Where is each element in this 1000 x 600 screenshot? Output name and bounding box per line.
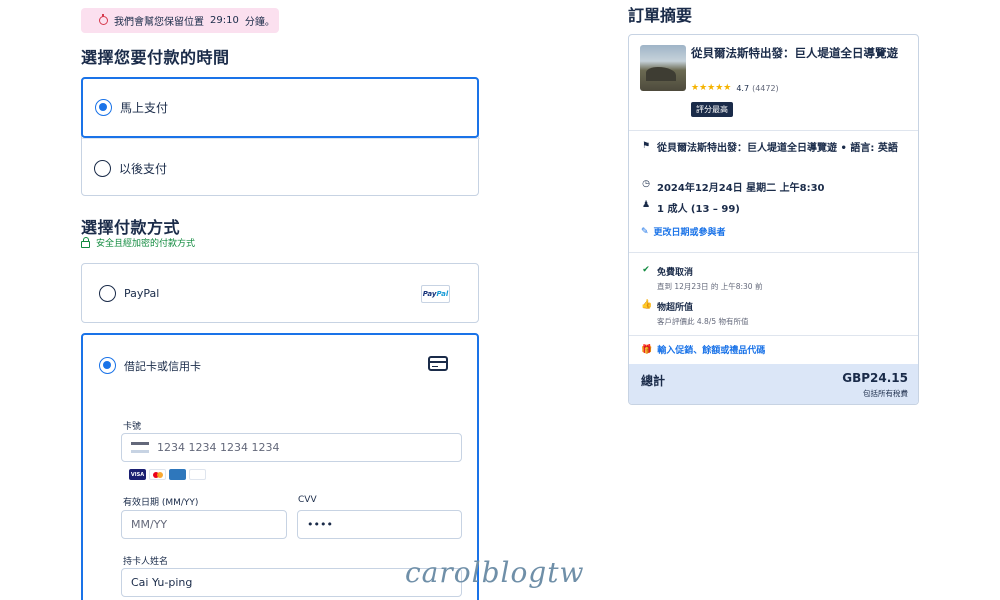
expiry-input[interactable]: MM/YY [121, 510, 287, 539]
paypal-option[interactable]: PayPal Pay Pal [81, 263, 479, 323]
free-cancel-perk: ✔ 免費取消 直到 12月23日 的 上午8:30 前 [641, 265, 762, 292]
card-number-placeholder: 1234 1234 1234 1234 [157, 441, 280, 454]
tour-title: 從貝爾法斯特出發：巨人堤道全日導覽遊 [691, 46, 898, 60]
tour-date-row: ◷ 2024年12月24日 星期二 上午8:30 [641, 179, 825, 194]
clock-icon: ◷ [642, 179, 650, 189]
review-count: (4472) [752, 83, 779, 93]
secure-note-text: 安全且經加密的付款方式 [96, 239, 196, 249]
paypal-logo: Pay Pal [421, 285, 450, 303]
value-title: 物超所值 [657, 303, 694, 313]
pay-later-option[interactable]: 以後支付 [82, 138, 480, 198]
cvv-label: CVV [298, 495, 317, 505]
card-brands: VISA [129, 469, 206, 480]
free-cancel-subtitle: 直到 12月23日 的 上午8:30 前 [657, 282, 763, 291]
pay-now-label: 馬上支付 [120, 101, 169, 115]
card-number-input[interactable]: 1234 1234 1234 1234 [121, 433, 462, 462]
paypal-logo-pay: Pay [422, 290, 437, 298]
check-circle-icon: ✔ [642, 265, 650, 275]
credit-card-icon [428, 356, 448, 371]
tour-rating: ★★★★★ 4.7 (4472) [691, 83, 779, 93]
visa-logo: VISA [129, 469, 146, 480]
card-number-label: 卡號 [123, 422, 142, 432]
paypal-radio[interactable] [99, 284, 116, 302]
summary-divider [629, 335, 918, 336]
timer-unit: 分鐘。 [244, 17, 275, 28]
card-number-icon [131, 442, 149, 453]
timer-countdown: 29:10 [210, 15, 239, 26]
expiry-placeholder: MM/YY [131, 518, 168, 531]
pay-now-option[interactable]: 馬上支付 [81, 77, 479, 138]
hold-timer-banner: 我們會幫您保留位置 29:10 分鐘。 [81, 8, 279, 33]
total-bar: 總計 GBP24.15 包括所有稅費 [629, 364, 918, 404]
pay-time-options: 馬上支付 以後支付 [81, 77, 480, 198]
tax-note: 包括所有稅費 [863, 389, 908, 398]
watermark: carolblogtw [405, 556, 585, 589]
pay-later-radio[interactable] [94, 160, 111, 177]
free-cancel-title: 免費取消 [657, 268, 694, 278]
jcb-logo [189, 469, 206, 480]
paypal-label: PayPal [124, 286, 160, 300]
card-option-header[interactable]: 借記卡或信用卡 [99, 357, 201, 374]
participants-row: ♟ 1 成人 (13 – 99) [641, 200, 740, 215]
amex-logo [169, 469, 186, 480]
summary-title: 訂單摘要 [628, 6, 693, 25]
cardholder-label: 持卡人姓名 [123, 557, 169, 567]
pay-later-label: 以後支付 [119, 162, 168, 176]
total-label: 總計 [641, 374, 666, 388]
timer-icon [99, 14, 108, 25]
secure-payment-note: 安全且經加密的付款方式 [81, 236, 195, 249]
people-icon: ♟ [641, 200, 651, 210]
edit-link-text: 更改日期或參與者 [653, 228, 726, 238]
gift-icon: 🎁 [641, 344, 653, 355]
summary-divider [629, 252, 918, 253]
order-summary-card: 從貝爾法斯特出發：巨人堤道全日導覽遊 ★★★★★ 4.7 (4472) 評分最高… [628, 34, 919, 405]
rating-value: 4.7 [736, 83, 750, 93]
pay-time-title: 選擇您要付款的時間 [81, 48, 230, 67]
card-option-label: 借記卡或信用卡 [124, 359, 201, 373]
payment-method-title: 選擇付款方式 [81, 218, 181, 237]
edit-date-participants-link[interactable]: ✎ 更改日期或參與者 [641, 225, 726, 239]
total-amount: GBP24.15 [842, 371, 908, 385]
top-rated-badge: 評分最高 [691, 102, 733, 117]
mastercard-logo [149, 469, 166, 480]
value-perk: 👍 物超所值 客戶評價此 4.8/5 物有所值 [641, 300, 749, 327]
timer-text: 我們會幫您保留位置 [114, 17, 204, 28]
pay-now-radio[interactable] [95, 99, 112, 116]
cardholder-value: Cai Yu-ping [131, 576, 193, 589]
paypal-logo-pal: Pal [436, 290, 449, 298]
card-radio[interactable] [99, 357, 116, 374]
ticket-icon: ⚑ [641, 141, 651, 151]
tour-option-row: ⚑ 從貝爾法斯特出發：巨人堤道全日導覽遊 • 語言: 英語 [641, 141, 911, 156]
thumbs-up-icon: 👍 [641, 300, 653, 310]
promo-code-link[interactable]: 🎁 輸入促銷、餘額或禮品代碼 [641, 343, 766, 357]
rating-stars-icon: ★★★★★ [691, 83, 732, 93]
pencil-icon: ✎ [641, 226, 649, 237]
cvv-value: •••• [307, 518, 333, 531]
summary-divider [629, 130, 918, 131]
expiry-label: 有效日期 (MM/YY) [123, 498, 199, 508]
participants-text: 1 成人 (13 – 99) [657, 204, 740, 215]
lock-icon [81, 236, 90, 248]
value-subtitle: 客戶評價此 4.8/5 物有所值 [657, 317, 749, 326]
promo-link-text: 輸入促銷、餘額或禮品代碼 [657, 346, 766, 356]
cvv-input[interactable]: •••• [297, 510, 462, 539]
tour-thumbnail [640, 45, 686, 91]
tour-option-text: 從貝爾法斯特出發：巨人堤道全日導覽遊 • 語言: 英語 [657, 143, 898, 154]
tour-date-text: 2024年12月24日 星期二 上午8:30 [657, 183, 825, 194]
